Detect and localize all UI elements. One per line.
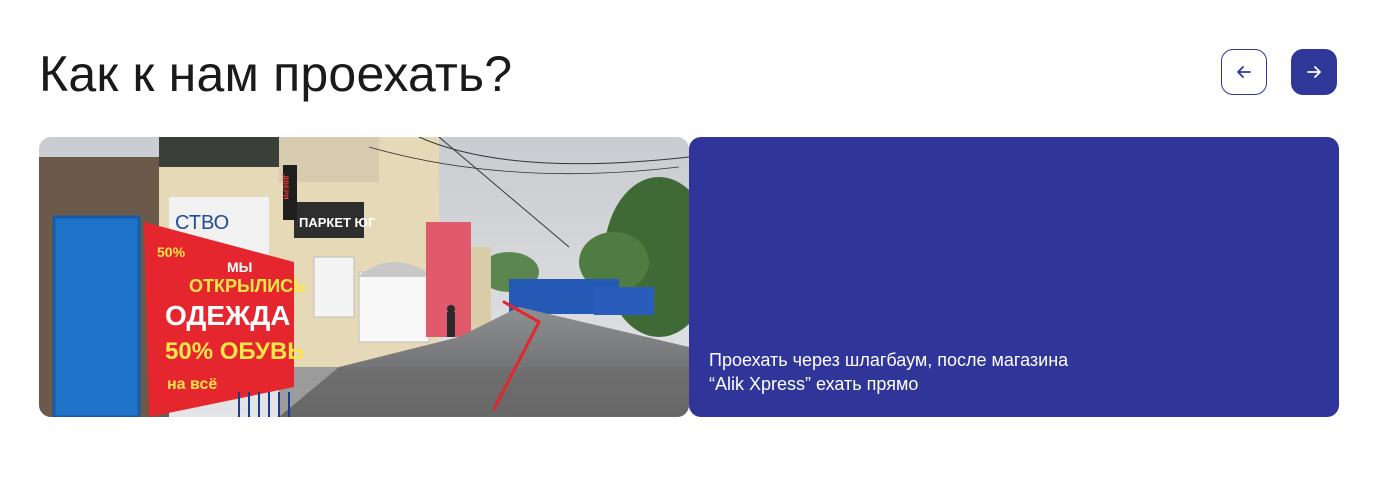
page-title: Как к нам проехать? [39, 46, 513, 102]
shop-sign-parket: ПАРКЕТ ЮГ [299, 215, 376, 230]
directions-text: Проехать через шлагбаум, после магазина … [709, 350, 1069, 394]
directions-card: Проехать через шлагбаум, после магазина … [689, 137, 1339, 417]
banner-line-5: на всё [167, 376, 217, 393]
banner-line-1: МЫ [227, 259, 252, 275]
carousel-prev-button[interactable] [1221, 49, 1267, 95]
banner-line-3: ОДЕЖДА [165, 300, 291, 331]
banner-line-4: 50% ОБУВЬ [165, 338, 305, 365]
shop-sign-ctvo: СТВО [175, 212, 229, 234]
street-view-photo: ПАРКЕТ ЮГ ДВЕРИ СТВО 50% МЫ ОТКРЫЛИСЬ ОД… [39, 137, 689, 417]
carousel-next-button[interactable] [1291, 49, 1337, 95]
banner-percent: 50% [157, 244, 186, 260]
shop-sign-dveri: ДВЕРИ [282, 175, 289, 199]
arrow-right-icon [1307, 66, 1321, 78]
banner-line-2: ОТКРЫЛИСЬ [189, 276, 306, 296]
route-photo: ПАРКЕТ ЮГ ДВЕРИ СТВО 50% МЫ ОТКРЫЛИСЬ ОД… [39, 137, 689, 417]
arrow-left-icon [1237, 66, 1251, 78]
